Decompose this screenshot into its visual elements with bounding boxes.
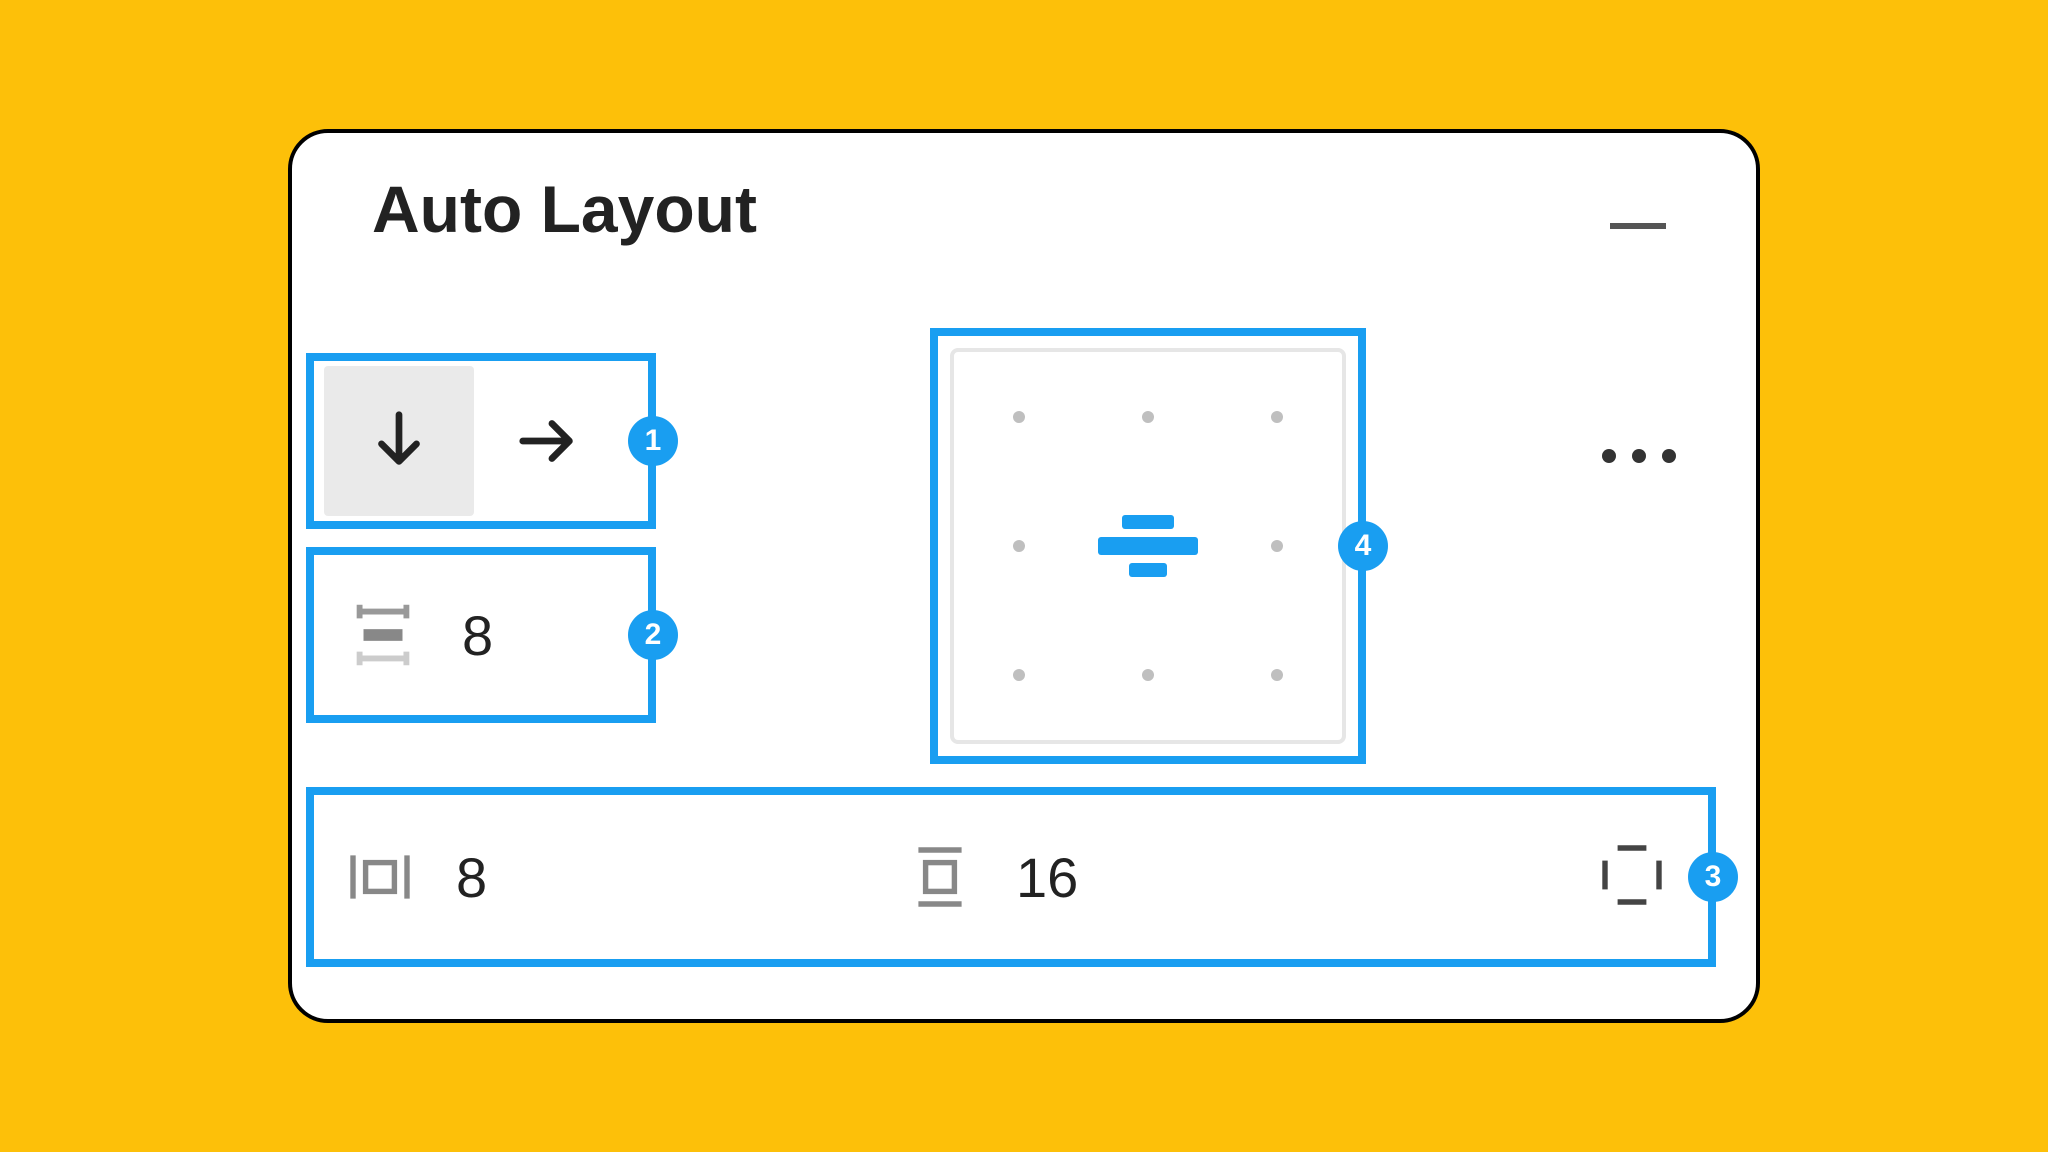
align-bottom-right[interactable] bbox=[1213, 611, 1342, 740]
arrow-down-icon bbox=[364, 406, 434, 476]
auto-layout-panel: Auto Layout 1 8 2 bbox=[288, 129, 1760, 1023]
align-middle-right[interactable] bbox=[1213, 481, 1342, 610]
horizontal-padding-value: 8 bbox=[456, 845, 487, 910]
padding-control: 8 16 3 bbox=[306, 787, 1716, 967]
individual-padding-icon bbox=[1596, 839, 1668, 911]
align-top-right[interactable] bbox=[1213, 352, 1342, 481]
direction-control: 1 bbox=[306, 353, 656, 529]
align-top-left[interactable] bbox=[954, 352, 1083, 481]
vertical-padding-value: 16 bbox=[1016, 845, 1078, 910]
panel-title: Auto Layout bbox=[372, 171, 757, 247]
more-options-icon[interactable] bbox=[1602, 449, 1676, 463]
vertical-padding-icon bbox=[904, 841, 976, 913]
alignment-grid[interactable] bbox=[950, 348, 1346, 744]
alignment-center-icon bbox=[1098, 515, 1198, 577]
arrow-right-icon bbox=[514, 406, 584, 476]
remove-auto-layout-icon[interactable] bbox=[1610, 223, 1666, 229]
direction-vertical-button[interactable] bbox=[324, 366, 474, 516]
spacing-control: 8 2 bbox=[306, 547, 656, 723]
align-middle-left[interactable] bbox=[954, 481, 1083, 610]
vertical-padding-field[interactable]: 16 bbox=[904, 841, 1444, 913]
align-bottom-center[interactable] bbox=[1083, 611, 1212, 740]
align-middle-center[interactable] bbox=[1083, 481, 1212, 610]
spacing-between-icon bbox=[344, 596, 422, 674]
horizontal-padding-field[interactable]: 8 bbox=[344, 841, 904, 913]
align-top-center[interactable] bbox=[1083, 352, 1212, 481]
direction-horizontal-button[interactable] bbox=[474, 366, 624, 516]
alignment-control: 4 bbox=[930, 328, 1366, 764]
spacing-value[interactable]: 8 bbox=[462, 603, 493, 668]
callout-badge-2: 2 bbox=[628, 610, 678, 660]
callout-badge-1: 1 bbox=[628, 416, 678, 466]
horizontal-padding-icon bbox=[344, 841, 416, 913]
callout-badge-4: 4 bbox=[1338, 521, 1388, 571]
align-bottom-left[interactable] bbox=[954, 611, 1083, 740]
individual-padding-button[interactable] bbox=[1596, 839, 1668, 916]
callout-badge-3: 3 bbox=[1688, 852, 1738, 902]
